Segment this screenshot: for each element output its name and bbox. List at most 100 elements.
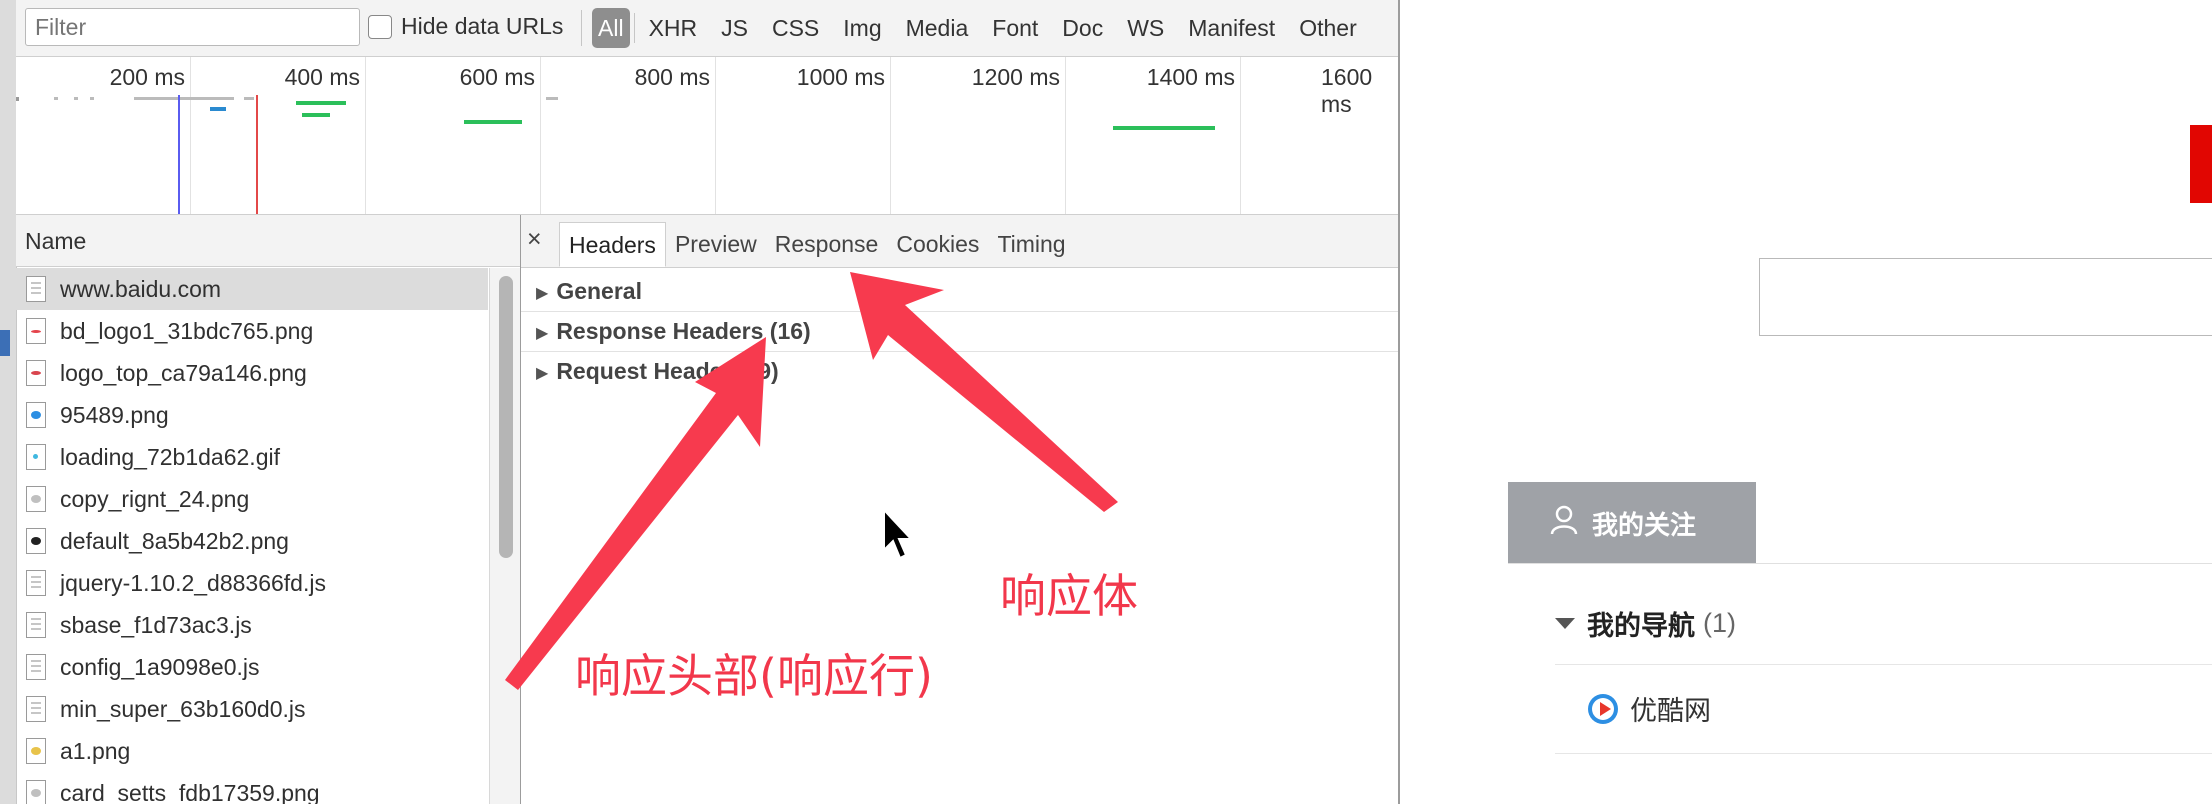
request-list-scrollbar[interactable] xyxy=(489,268,521,804)
request-row[interactable]: loading_72b1da62.gif xyxy=(16,436,488,478)
detail-tabs-bar: × Headers Preview Response Cookies Timin… xyxy=(521,215,1398,268)
scrollbar-thumb[interactable] xyxy=(499,276,513,558)
youku-icon xyxy=(1588,693,1618,724)
filter-font[interactable]: Font xyxy=(980,8,1050,48)
section-request-headers[interactable]: ▶ Request Headers (9) xyxy=(521,352,1398,391)
tab-headers[interactable]: Headers xyxy=(559,222,666,267)
filter-media[interactable]: Media xyxy=(894,8,981,48)
caret-down-icon xyxy=(1555,618,1575,629)
tick-label: 400 ms xyxy=(284,64,360,90)
script-icon xyxy=(26,696,46,722)
filter-css[interactable]: CSS xyxy=(760,8,831,48)
request-list: www.baidu.com bd_logo1_31bdc765.png logo… xyxy=(16,268,521,804)
request-row[interactable]: default_8a5b42b2.png xyxy=(16,520,488,562)
nav-title: 我的导航 xyxy=(1587,611,1695,641)
request-name: www.baidu.com xyxy=(60,275,222,302)
nav-count: (1) xyxy=(1703,608,1736,638)
hide-data-urls-checkbox[interactable] xyxy=(368,14,392,39)
image-icon xyxy=(26,528,46,554)
tab-response[interactable]: Response xyxy=(766,222,888,267)
search-input[interactable] xyxy=(1759,258,2212,336)
filter-toolbar: Hide data URLs All XHR JS CSS Img Media … xyxy=(16,0,1398,57)
image-icon xyxy=(26,318,46,344)
request-name: card_setts_fdb17359.png xyxy=(60,779,320,804)
request-name: copy_rignt_24.png xyxy=(60,485,250,512)
request-name: logo_top_ca79a146.png xyxy=(60,359,307,386)
request-row[interactable]: a1.png xyxy=(16,730,488,772)
baidu-webpage: 我的关注 我的导航 (1) 优酷网 xyxy=(1400,0,2212,804)
filter-manifest[interactable]: Manifest xyxy=(1176,8,1287,48)
nav-item-youku[interactable]: 优酷网 xyxy=(1588,689,1711,728)
hide-data-urls-label: Hide data URLs xyxy=(401,13,564,39)
section-title: General xyxy=(556,278,642,304)
name-column-header[interactable]: Name xyxy=(16,215,521,267)
hide-data-urls-toggle[interactable]: Hide data URLs xyxy=(368,13,563,40)
filter-ws[interactable]: WS xyxy=(1115,8,1176,48)
section-response-headers[interactable]: ▶ Response Headers (16) xyxy=(521,312,1398,352)
request-row[interactable]: bd_logo1_31bdc765.png xyxy=(16,310,488,352)
section-general[interactable]: ▶ General xyxy=(521,272,1398,312)
request-name: bd_logo1_31bdc765.png xyxy=(60,317,314,344)
network-overview-timeline[interactable]: 200 ms 400 ms 600 ms 800 ms 1000 ms 1200… xyxy=(16,57,1398,215)
nav-item-label: 优酷网 xyxy=(1630,696,1711,726)
script-icon xyxy=(26,570,46,596)
request-name: jquery-1.10.2_d88366fd.js xyxy=(60,569,326,596)
request-name: min_super_63b160d0.js xyxy=(60,695,306,722)
image-icon xyxy=(26,780,46,804)
image-icon xyxy=(26,402,46,428)
request-row[interactable]: config_1a9098e0.js xyxy=(16,646,488,688)
script-icon xyxy=(26,654,46,680)
request-name: sbase_f1d73ac3.js xyxy=(60,611,252,638)
document-icon xyxy=(26,276,46,302)
request-row[interactable]: min_super_63b160d0.js xyxy=(16,688,488,730)
follow-tab-label: 我的关注 xyxy=(1592,509,1697,540)
expand-triangle-icon: ▶ xyxy=(536,365,549,382)
request-row[interactable]: copy_rignt_24.png xyxy=(16,478,488,520)
request-name: default_8a5b42b2.png xyxy=(60,527,289,554)
request-row[interactable]: sbase_f1d73ac3.js xyxy=(16,604,488,646)
request-name: loading_72b1da62.gif xyxy=(60,443,280,470)
tick-label: 200 ms xyxy=(109,64,185,90)
filter-img[interactable]: Img xyxy=(831,8,893,48)
filter-js[interactable]: JS xyxy=(709,8,760,48)
request-row[interactable]: 95489.png xyxy=(16,394,488,436)
tab-cookies[interactable]: Cookies xyxy=(887,222,988,267)
my-nav-header[interactable]: 我的导航 (1) xyxy=(1555,604,1736,643)
expand-triangle-icon: ▶ xyxy=(536,285,549,302)
filter-all[interactable]: All xyxy=(592,8,630,48)
close-icon[interactable]: × xyxy=(527,225,542,254)
image-icon xyxy=(26,738,46,764)
user-icon xyxy=(1550,505,1578,542)
filter-input[interactable] xyxy=(25,8,360,46)
tick-label: 1200 ms xyxy=(971,64,1060,90)
request-row[interactable]: logo_top_ca79a146.png xyxy=(16,352,488,394)
annotation-response-body: 响应体 xyxy=(1000,569,1138,623)
tick-label: 800 ms xyxy=(634,64,710,90)
script-icon xyxy=(26,612,46,638)
left-edge-strip xyxy=(0,0,17,804)
annotation-response-headers: 响应头部(响应行) xyxy=(575,649,933,703)
filter-other[interactable]: Other xyxy=(1287,8,1369,48)
tick-label: 1600 ms xyxy=(1321,64,1373,117)
tick-label: 1000 ms xyxy=(796,64,885,90)
image-icon xyxy=(26,444,46,470)
request-name: a1.png xyxy=(60,737,131,764)
tick-label: 600 ms xyxy=(459,64,535,90)
request-name: 95489.png xyxy=(60,401,169,428)
tab-my-follow[interactable]: 我的关注 xyxy=(1508,482,1756,564)
filter-xhr[interactable]: XHR xyxy=(637,8,710,48)
image-icon xyxy=(26,486,46,512)
filter-doc[interactable]: Doc xyxy=(1050,8,1115,48)
resource-type-filters: All XHR JS CSS Img Media Font Doc WS Man… xyxy=(592,0,1369,56)
request-row[interactable]: www.baidu.com xyxy=(16,268,488,310)
request-row[interactable]: jquery-1.10.2_d88366fd.js xyxy=(16,562,488,604)
section-title: Response Headers (16) xyxy=(556,318,811,344)
section-title: Request Headers (9) xyxy=(556,358,779,384)
tab-preview[interactable]: Preview xyxy=(666,222,766,267)
image-icon xyxy=(26,360,46,386)
request-name: config_1a9098e0.js xyxy=(60,653,260,680)
tab-timing[interactable]: Timing xyxy=(988,222,1074,267)
baidu-logo-fragment xyxy=(2190,125,2212,203)
request-row[interactable]: card_setts_fdb17359.png xyxy=(16,772,488,804)
expand-triangle-icon: ▶ xyxy=(536,325,549,342)
